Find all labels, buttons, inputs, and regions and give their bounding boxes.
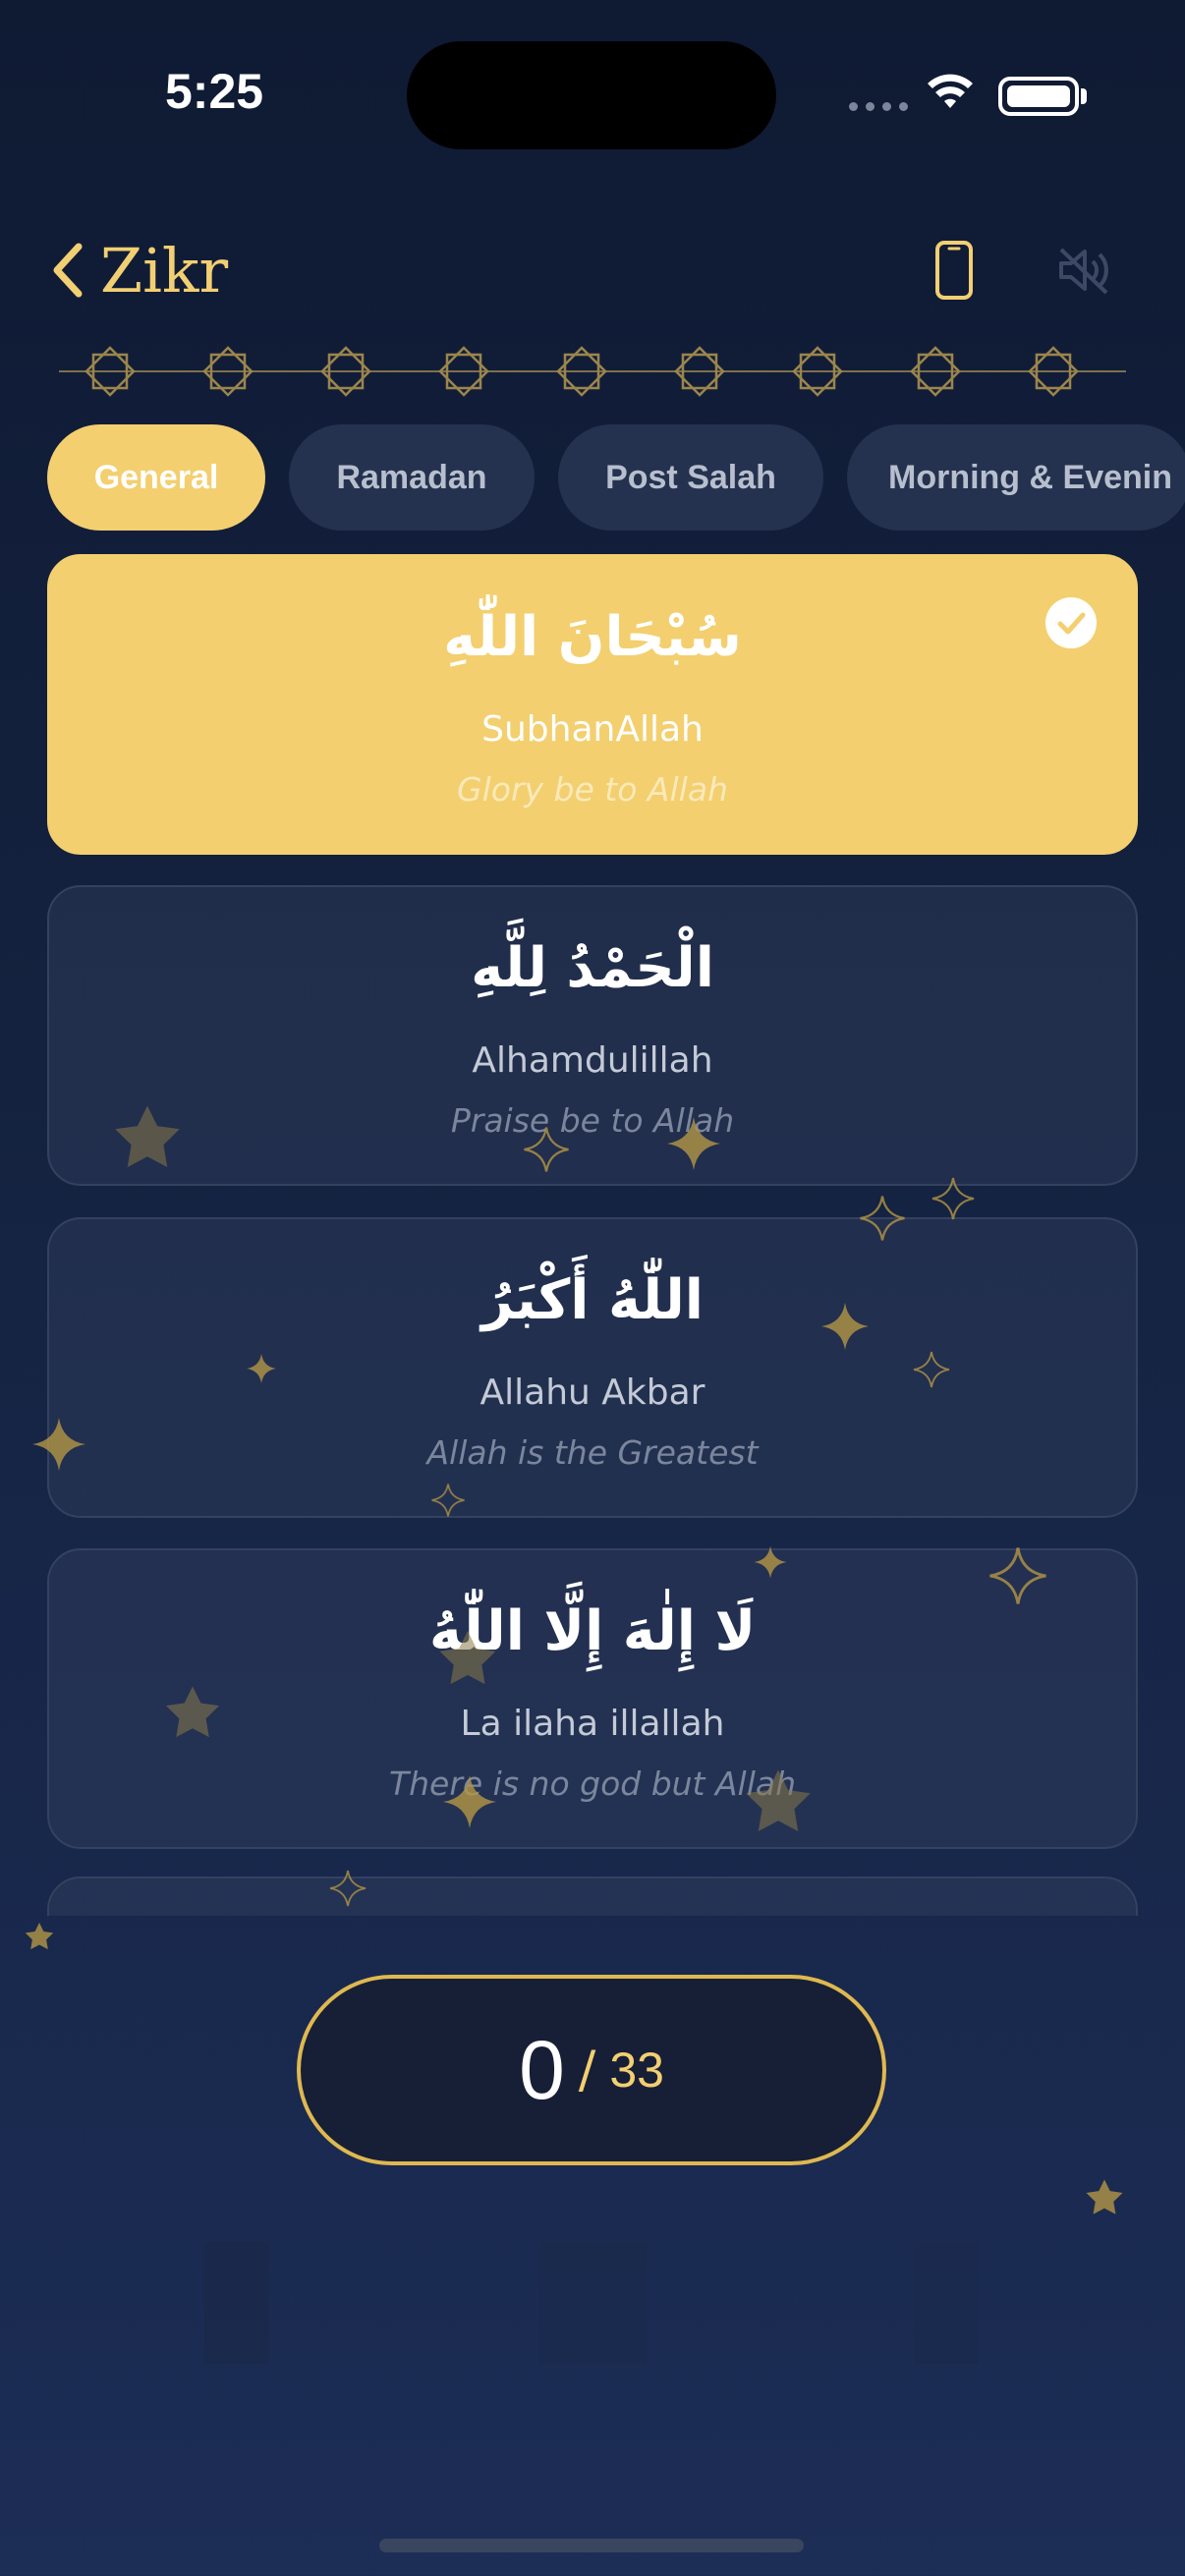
cellular-signal-icon: [849, 102, 908, 111]
counter-value: 0: [519, 2023, 565, 2116]
dhikr-meaning: Praise be to Allah: [450, 1101, 735, 1140]
dhikr-card-alhamdulillah[interactable]: الْحَمْدُ لِلَّهِ Alhamdulillah Praise b…: [47, 885, 1138, 1186]
dhikr-transliteration: Alhamdulillah: [472, 1040, 713, 1081]
chevron-left-icon: [53, 243, 83, 298]
dhikr-transliteration: Allahu Akbar: [480, 1372, 705, 1413]
checkmark-icon: [1045, 597, 1097, 648]
battery-tip: [1081, 88, 1087, 104]
tab-ramadan[interactable]: Ramadan: [289, 424, 535, 531]
tab-morning-evening[interactable]: Morning & Evenin: [847, 424, 1185, 531]
dhikr-arabic: سُبْحَانَ اللّٰهِ: [443, 605, 742, 669]
dhikr-card-la-ilaha-illallah[interactable]: لَا إِلٰهَ إِلَّا اللّٰهُ La ilaha illal…: [47, 1548, 1138, 1849]
wifi-icon: [928, 74, 973, 108]
speaker-muted-icon[interactable]: [1055, 244, 1112, 297]
dhikr-transliteration: SubhanAllah: [481, 709, 704, 750]
dhikr-transliteration: La ilaha illallah: [460, 1704, 725, 1744]
dhikr-arabic: الْحَمْدُ لِلَّهِ: [471, 936, 714, 1000]
dhikr-card-partial[interactable]: [47, 1876, 1138, 1916]
counter-separator: /: [578, 2041, 596, 2100]
dhikr-arabic: اللّٰهُ أَكْبَرُ: [481, 1268, 704, 1332]
tap-counter-button[interactable]: 0 / 33: [297, 1975, 886, 2165]
counter-target: 33: [609, 2043, 664, 2098]
phone-vibrate-icon[interactable]: [930, 240, 979, 301]
faded-control: [914, 2242, 979, 2364]
page-title: Zikr: [100, 234, 229, 307]
dhikr-meaning: There is no god but Allah: [388, 1764, 797, 1803]
tab-general[interactable]: General: [47, 424, 265, 531]
dhikr-meaning: Allah is the Greatest: [426, 1433, 759, 1472]
faded-control: [538, 2242, 647, 2364]
category-tabs: General Ramadan Post Salah Morning & Eve…: [47, 424, 1185, 531]
faded-control: [204, 2242, 269, 2364]
dhikr-meaning: Glory be to Allah: [457, 770, 728, 809]
ornament-divider: [59, 346, 1126, 397]
back-button[interactable]: Zikr: [49, 234, 229, 307]
home-indicator: [379, 2539, 804, 2552]
status-time: 5:25: [165, 64, 264, 119]
dhikr-card-allahu-akbar[interactable]: اللّٰهُ أَكْبَرُ Allahu Akbar Allah is t…: [47, 1217, 1138, 1518]
battery-icon: [998, 77, 1079, 116]
dhikr-card-subhanallah[interactable]: سُبْحَانَ اللّٰهِ SubhanAllah Glory be t…: [47, 554, 1138, 855]
tab-post-salah[interactable]: Post Salah: [558, 424, 823, 531]
dynamic-island: [407, 41, 776, 149]
dhikr-arabic: لَا إِلٰهَ إِلَّا اللّٰهُ: [428, 1599, 757, 1663]
